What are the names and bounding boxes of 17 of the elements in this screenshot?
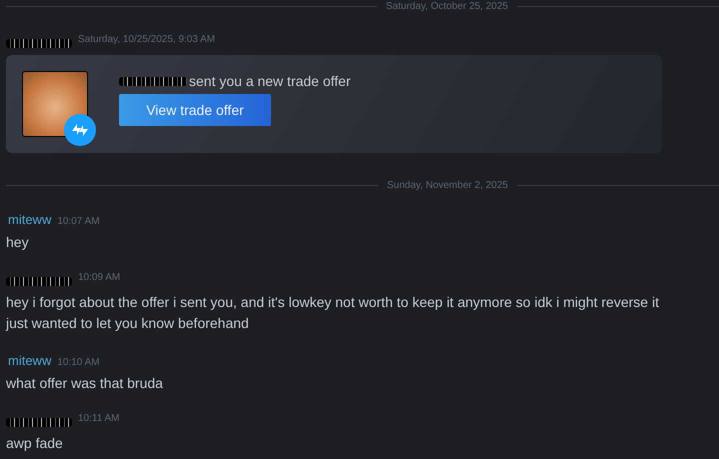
timestamp: 10:11 AM bbox=[78, 413, 120, 424]
author-name[interactable]: miteww bbox=[6, 353, 52, 368]
date-divider-label: Saturday, October 25, 2025 bbox=[384, 0, 509, 12]
message-text: hey bbox=[6, 233, 30, 252]
message-text: awp fade bbox=[6, 434, 64, 453]
trade-offer-message: sent you a new trade offer bbox=[189, 73, 351, 89]
timestamp: 10:10 AM bbox=[57, 357, 100, 368]
swap-arrows-icon bbox=[64, 114, 96, 146]
view-trade-offer-button[interactable]: View trade offer bbox=[119, 94, 271, 126]
message-text: hey i forgot about the offer i sent you, and it's lowkey not worth to keep it anymore so idk i might reverse it bbox=[6, 293, 660, 312]
timestamp: 10:07 AM bbox=[57, 216, 100, 227]
timestamp: 10:09 AM bbox=[78, 272, 120, 283]
author-name[interactable]: miteww bbox=[6, 212, 52, 227]
timestamp: Saturday, 10/25/2025, 9:03 AM bbox=[78, 34, 216, 45]
date-divider-label: Sunday, November 2, 2025 bbox=[386, 180, 509, 190]
message-text: just wanted to let you know beforehand bbox=[6, 314, 250, 333]
message-text: what offer was that bruda bbox=[6, 374, 164, 393]
